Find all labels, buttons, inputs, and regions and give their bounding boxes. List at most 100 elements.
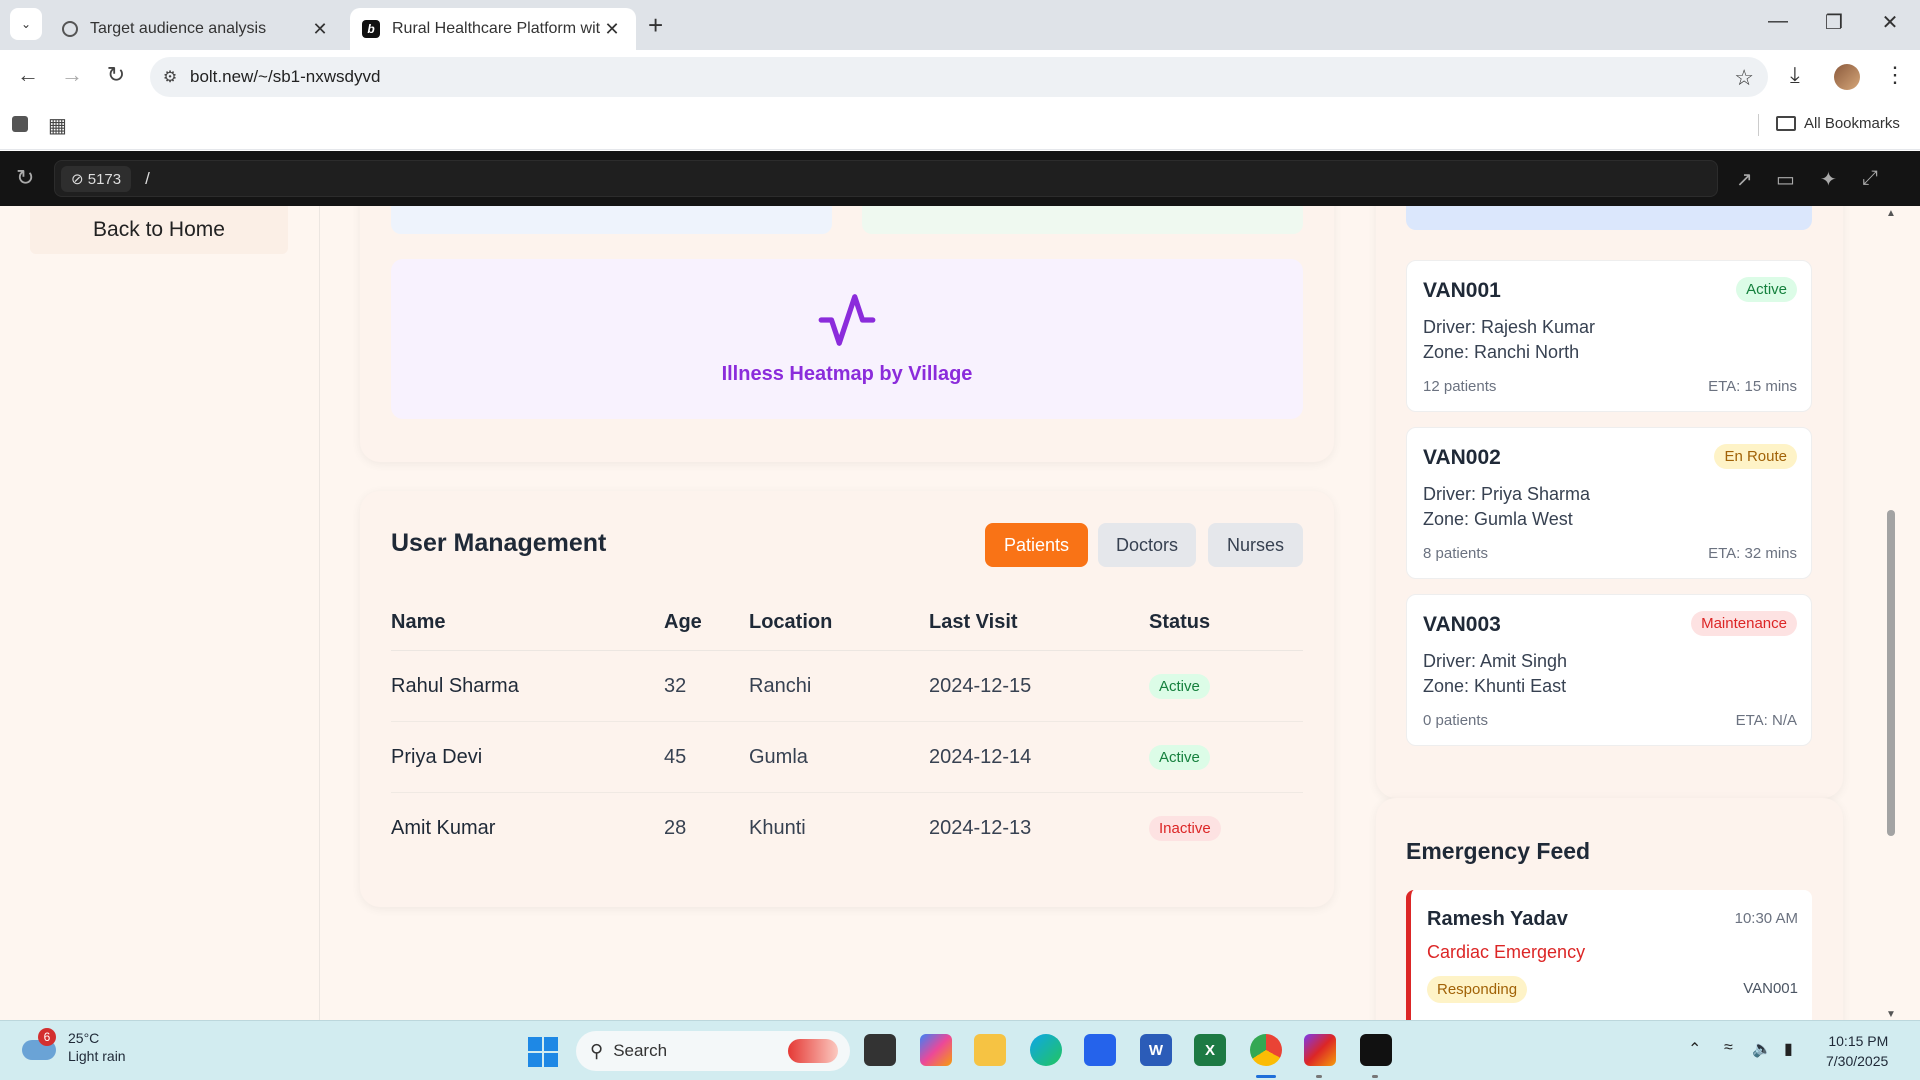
openai-icon	[62, 21, 78, 37]
download-icon[interactable]: ⤓	[1790, 62, 1800, 88]
van-card[interactable]: VAN002 En Route Driver: Priya Sharma Zon…	[1406, 427, 1812, 579]
system-clock[interactable]: 10:15 PM 7/30/2025	[1826, 1031, 1888, 1071]
chrome-icon[interactable]	[1250, 1034, 1282, 1066]
menu-dots-icon[interactable]: ⋮	[1884, 62, 1906, 88]
van-eta: ETA: 15 mins	[1708, 378, 1797, 395]
inspect-icon[interactable]: ✦	[1820, 167, 1837, 192]
reload-icon[interactable]: ↻	[100, 62, 132, 88]
port-label: 5173	[87, 170, 122, 188]
site-info-icon[interactable]: ⚙	[150, 67, 190, 87]
cell-age: 28	[664, 817, 687, 839]
reload-icon[interactable]: ↻	[16, 165, 34, 191]
van-zone: Zone: Khunti East	[1423, 676, 1567, 696]
file-explorer-icon[interactable]	[974, 1034, 1006, 1066]
bookmark-star-icon[interactable]: ☆	[1734, 65, 1754, 91]
search-placeholder: Search	[613, 1041, 668, 1060]
status-badge: Inactive	[1149, 816, 1221, 841]
preview-path: /	[145, 168, 150, 188]
terminal-icon[interactable]	[1360, 1034, 1392, 1066]
analytics-card: Illness Heatmap by Village	[360, 206, 1334, 462]
profile-avatar[interactable]	[1834, 64, 1860, 90]
van-driver: Driver: Priya Sharma	[1423, 484, 1591, 504]
bolt-icon: b	[362, 20, 380, 38]
status-badge: En Route	[1714, 444, 1797, 469]
port-badge[interactable]: ⊘ 5173	[61, 165, 132, 192]
tab-rural-healthcare[interactable]: b Rural Healthcare Platform with ✕	[350, 8, 636, 50]
activity-icon	[818, 293, 876, 346]
app-icon[interactable]	[12, 116, 28, 132]
illness-heatmap-tile[interactable]: Illness Heatmap by Village	[391, 259, 1303, 419]
window-close-button[interactable]: ✕	[1862, 10, 1918, 35]
new-tab-button[interactable]: +	[648, 12, 663, 38]
tab-strip: ⌄ Target audience analysis ✕ b Rural Hea…	[0, 0, 1920, 50]
van-zone: Zone: Ranchi North	[1423, 342, 1580, 362]
stat-tile-blue	[391, 206, 832, 234]
stat-tile-green	[862, 206, 1303, 234]
forward-arrow-icon[interactable]: →	[56, 62, 88, 88]
restore-button[interactable]: ❐	[1806, 10, 1862, 35]
van-card[interactable]: VAN001 Active Driver: Rajesh Kumar Zone:…	[1406, 260, 1812, 412]
scroll-down-icon[interactable]: ▼	[1886, 1009, 1896, 1020]
scrollbar-thumb[interactable]	[1887, 510, 1895, 836]
status-badge: Active	[1736, 277, 1797, 302]
app-viewport: Back to Home Illness Heatmap by Village …	[0, 206, 1920, 1020]
volume-icon[interactable]: 🔈	[1752, 1039, 1772, 1059]
address-bar[interactable]: ⚙ bolt.new/~/sb1-nxwsdyvd ☆	[150, 57, 1768, 97]
tab-doctors[interactable]: Doctors	[1098, 523, 1196, 567]
fullscreen-icon[interactable]: ⤢	[1862, 167, 1878, 190]
apps-grid-icon[interactable]: ▦	[48, 113, 67, 138]
close-icon[interactable]: ✕	[600, 19, 624, 40]
taskbar-search[interactable]: ⚲ Search	[576, 1031, 850, 1071]
close-icon[interactable]: ✕	[308, 19, 332, 40]
cell-age: 45	[664, 745, 687, 768]
copilot-icon[interactable]	[920, 1034, 952, 1066]
store-icon[interactable]	[1084, 1034, 1116, 1066]
navigation-bar: ← → ↻ ⚙ bolt.new/~/sb1-nxwsdyvd ☆ ⤓ ⋮	[0, 50, 1920, 100]
winrar-icon[interactable]	[1304, 1034, 1336, 1066]
bookmarks-bar: ▦ All Bookmarks	[0, 100, 1920, 150]
table-row[interactable]: Amit Kumar 28 Khunti 2024-12-13 Inactive	[391, 793, 1303, 864]
preview-address-bar[interactable]: ⊘ 5173 /	[54, 160, 1718, 197]
cell-last-visit: 2024-12-13	[929, 817, 1032, 839]
running-app-indicator	[1372, 1075, 1378, 1078]
van-card[interactable]: VAN003 Maintenance Driver: Amit Singh Zo…	[1406, 594, 1812, 746]
section-title: User Management	[391, 529, 607, 557]
scrollbar[interactable]: ▲ ▼	[1884, 206, 1898, 1020]
cell-age: 32	[664, 674, 687, 697]
tab-nurses[interactable]: Nurses	[1208, 523, 1303, 567]
back-arrow-icon[interactable]: ←	[12, 62, 44, 88]
chevron-down-icon: ⌄	[20, 17, 32, 31]
word-icon[interactable]: W	[1140, 1034, 1172, 1066]
heatmap-title: Illness Heatmap by Village	[721, 362, 973, 385]
table-row[interactable]: Rahul Sharma 32 Ranchi 2024-12-15 Active	[391, 651, 1303, 722]
open-external-icon[interactable]: ↗	[1736, 167, 1753, 192]
device-toggle-icon[interactable]: ▭	[1776, 167, 1795, 192]
scroll-up-icon[interactable]: ▲	[1886, 208, 1896, 219]
wifi-icon[interactable]: ≈	[1724, 1039, 1733, 1057]
van-driver: Driver: Amit Singh	[1423, 651, 1568, 671]
tab-target-audience[interactable]: Target audience analysis ✕	[50, 8, 344, 50]
van-zone: Zone: Gumla West	[1423, 509, 1573, 529]
search-highlight-image	[788, 1039, 838, 1063]
all-bookmarks-button[interactable]: All Bookmarks	[1776, 115, 1900, 132]
tab-patients[interactable]: Patients	[985, 523, 1088, 567]
emergency-type: Cardiac Emergency	[1427, 942, 1586, 962]
weather-widget[interactable]: 6 25°C Light rain	[22, 1028, 126, 1065]
excel-icon[interactable]: X	[1194, 1034, 1226, 1066]
table-row[interactable]: Priya Devi 45 Gumla 2024-12-14 Active	[391, 722, 1303, 793]
task-view-icon[interactable]	[864, 1034, 896, 1066]
windows-start-icon[interactable]	[528, 1037, 558, 1067]
minimize-button[interactable]: —	[1750, 10, 1806, 33]
edge-icon[interactable]	[1030, 1034, 1062, 1066]
battery-icon[interactable]: ▮	[1784, 1039, 1793, 1059]
show-hidden-icons[interactable]: ⌃	[1688, 1039, 1701, 1059]
emergency-item[interactable]: Ramesh Yadav 10:30 AM Cardiac Emergency …	[1406, 890, 1812, 1020]
tab-search-button[interactable]: ⌄	[10, 8, 42, 40]
temperature: 25°C	[68, 1030, 100, 1046]
back-to-home-button[interactable]: Back to Home	[30, 206, 288, 254]
cell-last-visit: 2024-12-14	[929, 745, 1032, 768]
notification-badge: 6	[38, 1028, 56, 1046]
all-bookmarks-label: All Bookmarks	[1804, 115, 1900, 132]
van-patients: 8 patients	[1423, 545, 1489, 562]
running-app-indicator	[1316, 1075, 1322, 1078]
